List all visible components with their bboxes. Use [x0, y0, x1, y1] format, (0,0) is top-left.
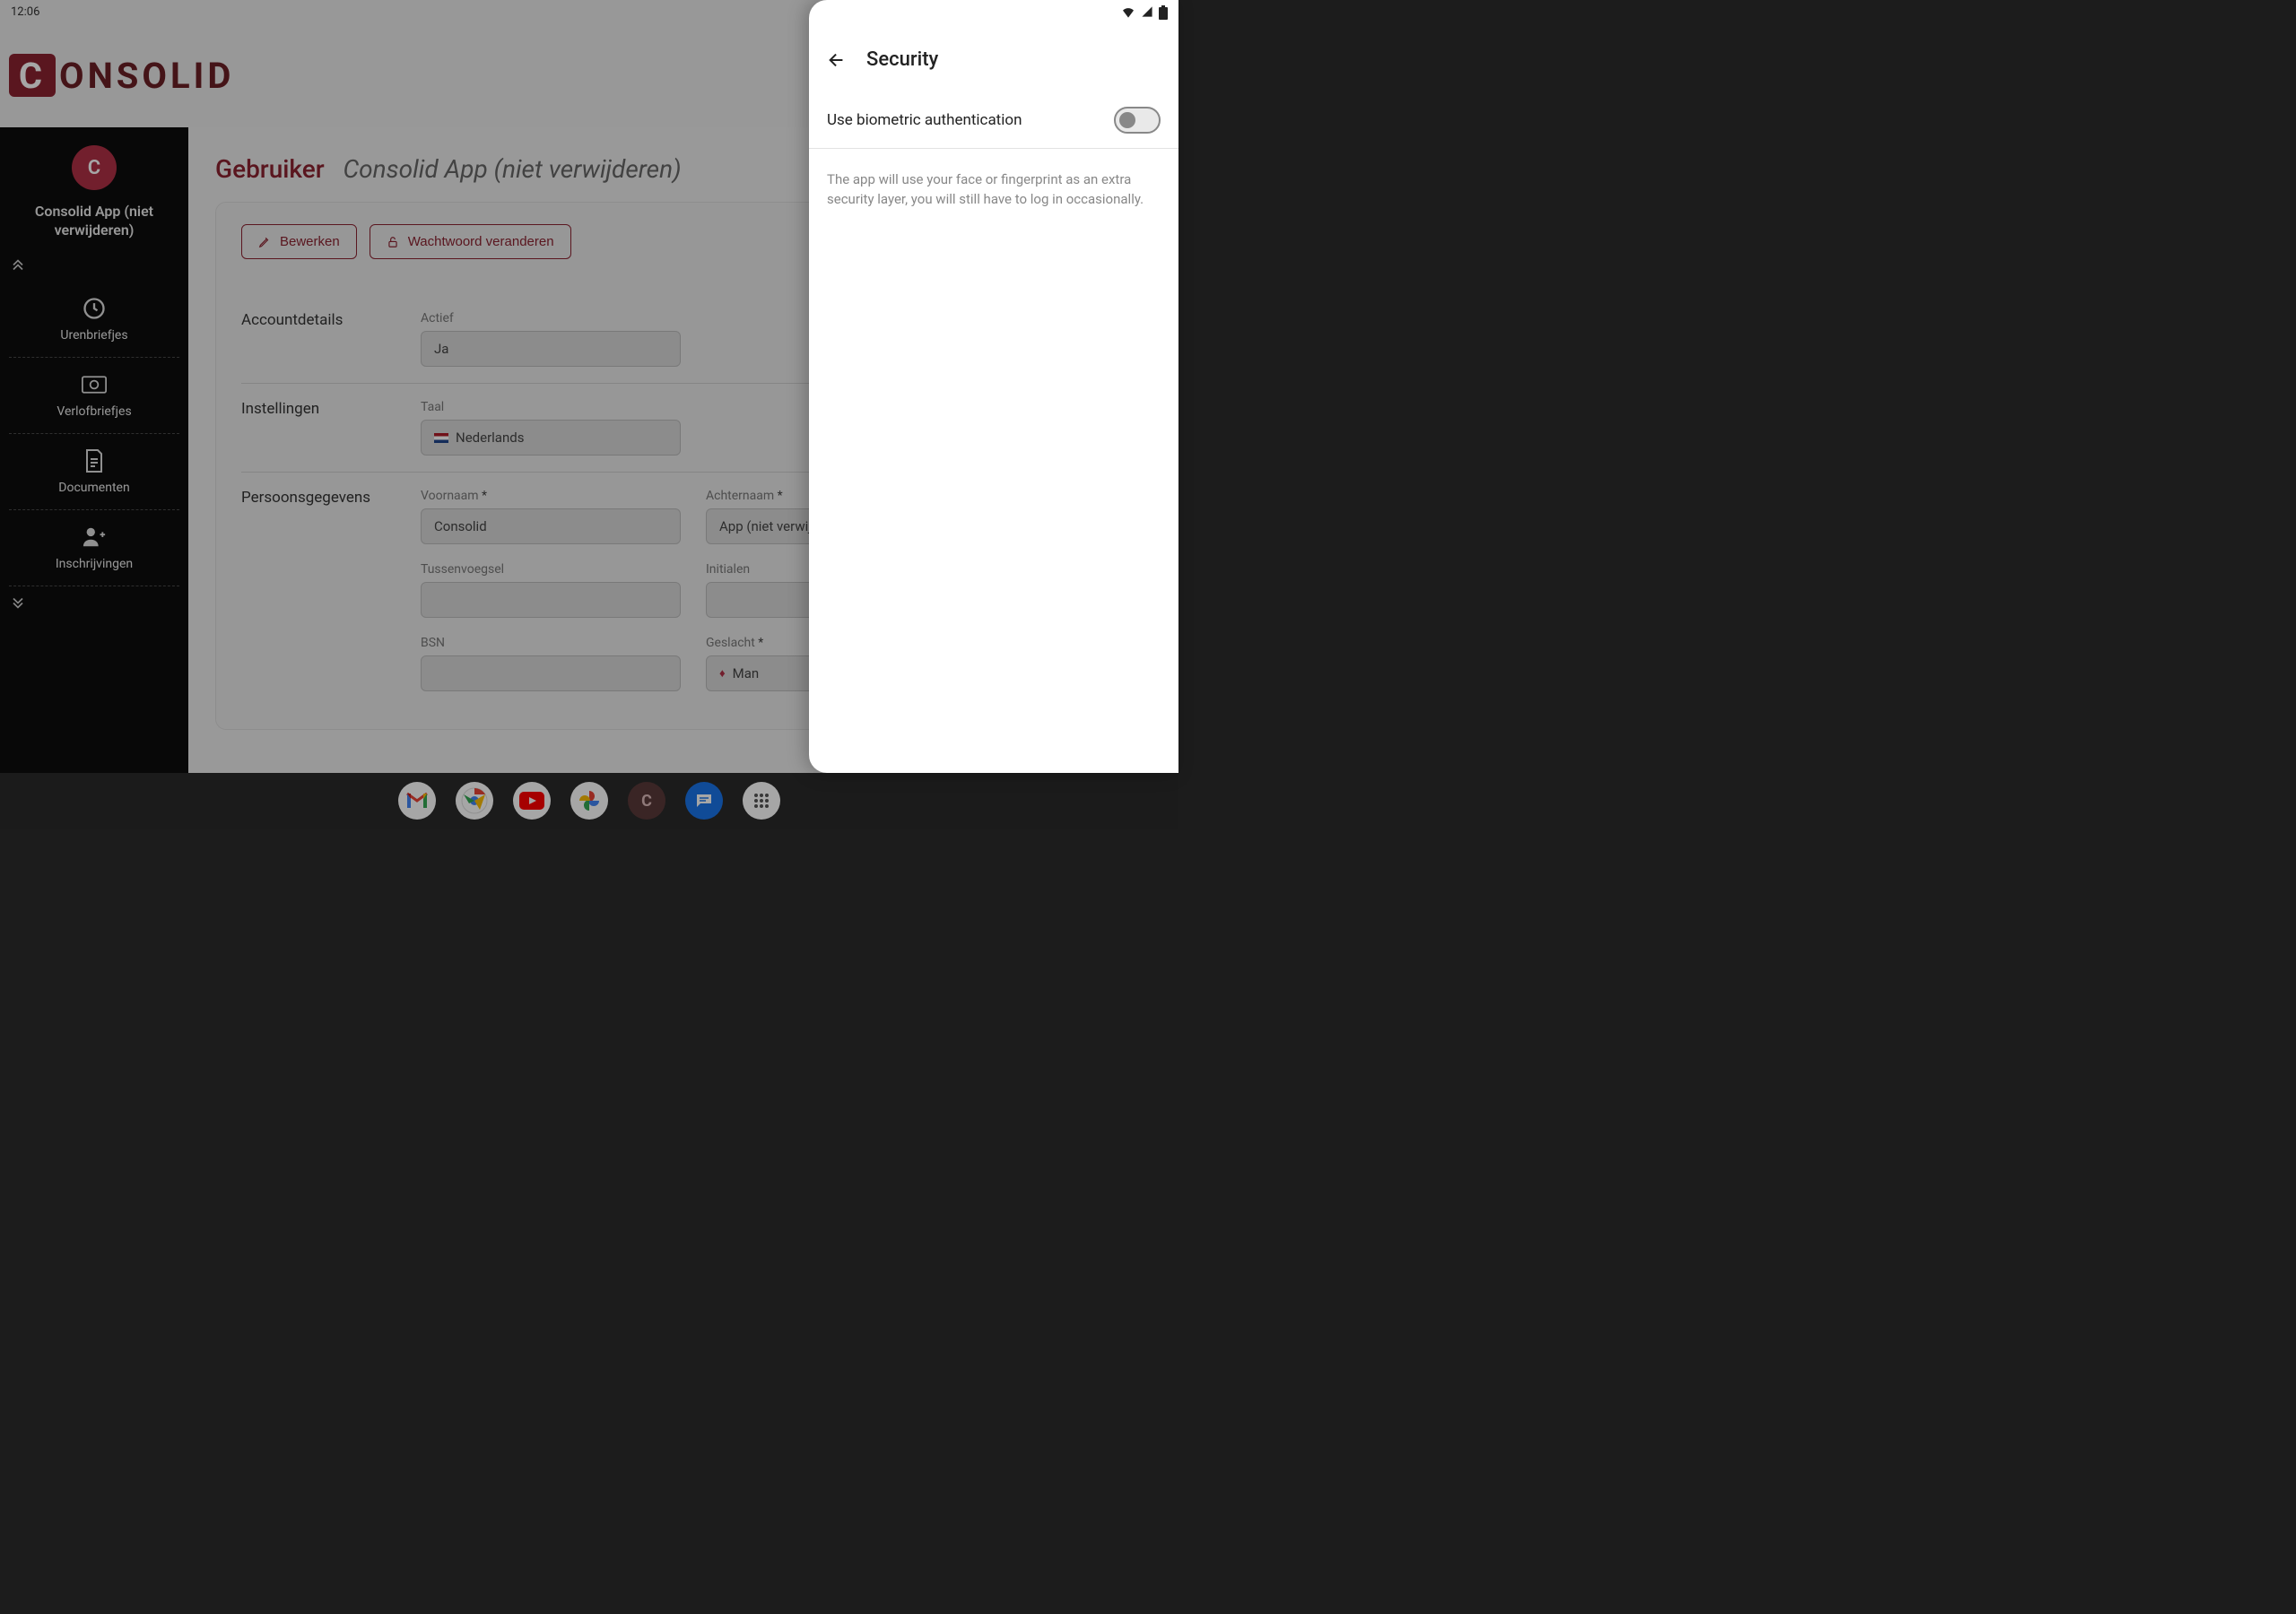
toggle-knob	[1119, 112, 1135, 128]
biometric-label: Use biometric authentication	[827, 111, 1022, 129]
wifi-icon	[1121, 5, 1135, 18]
signal-icon	[1141, 5, 1153, 18]
biometric-row[interactable]: Use biometric authentication	[809, 92, 1178, 149]
sheet-title: Security	[866, 48, 938, 71]
biometric-description: The app will use your face or fingerprin…	[809, 149, 1178, 231]
sheet-status-icons	[1121, 5, 1168, 20]
back-button[interactable]	[827, 50, 847, 70]
battery-icon	[1159, 5, 1168, 20]
security-side-sheet: Security Use biometric authentication Th…	[809, 0, 1178, 773]
biometric-toggle[interactable]	[1114, 107, 1161, 134]
